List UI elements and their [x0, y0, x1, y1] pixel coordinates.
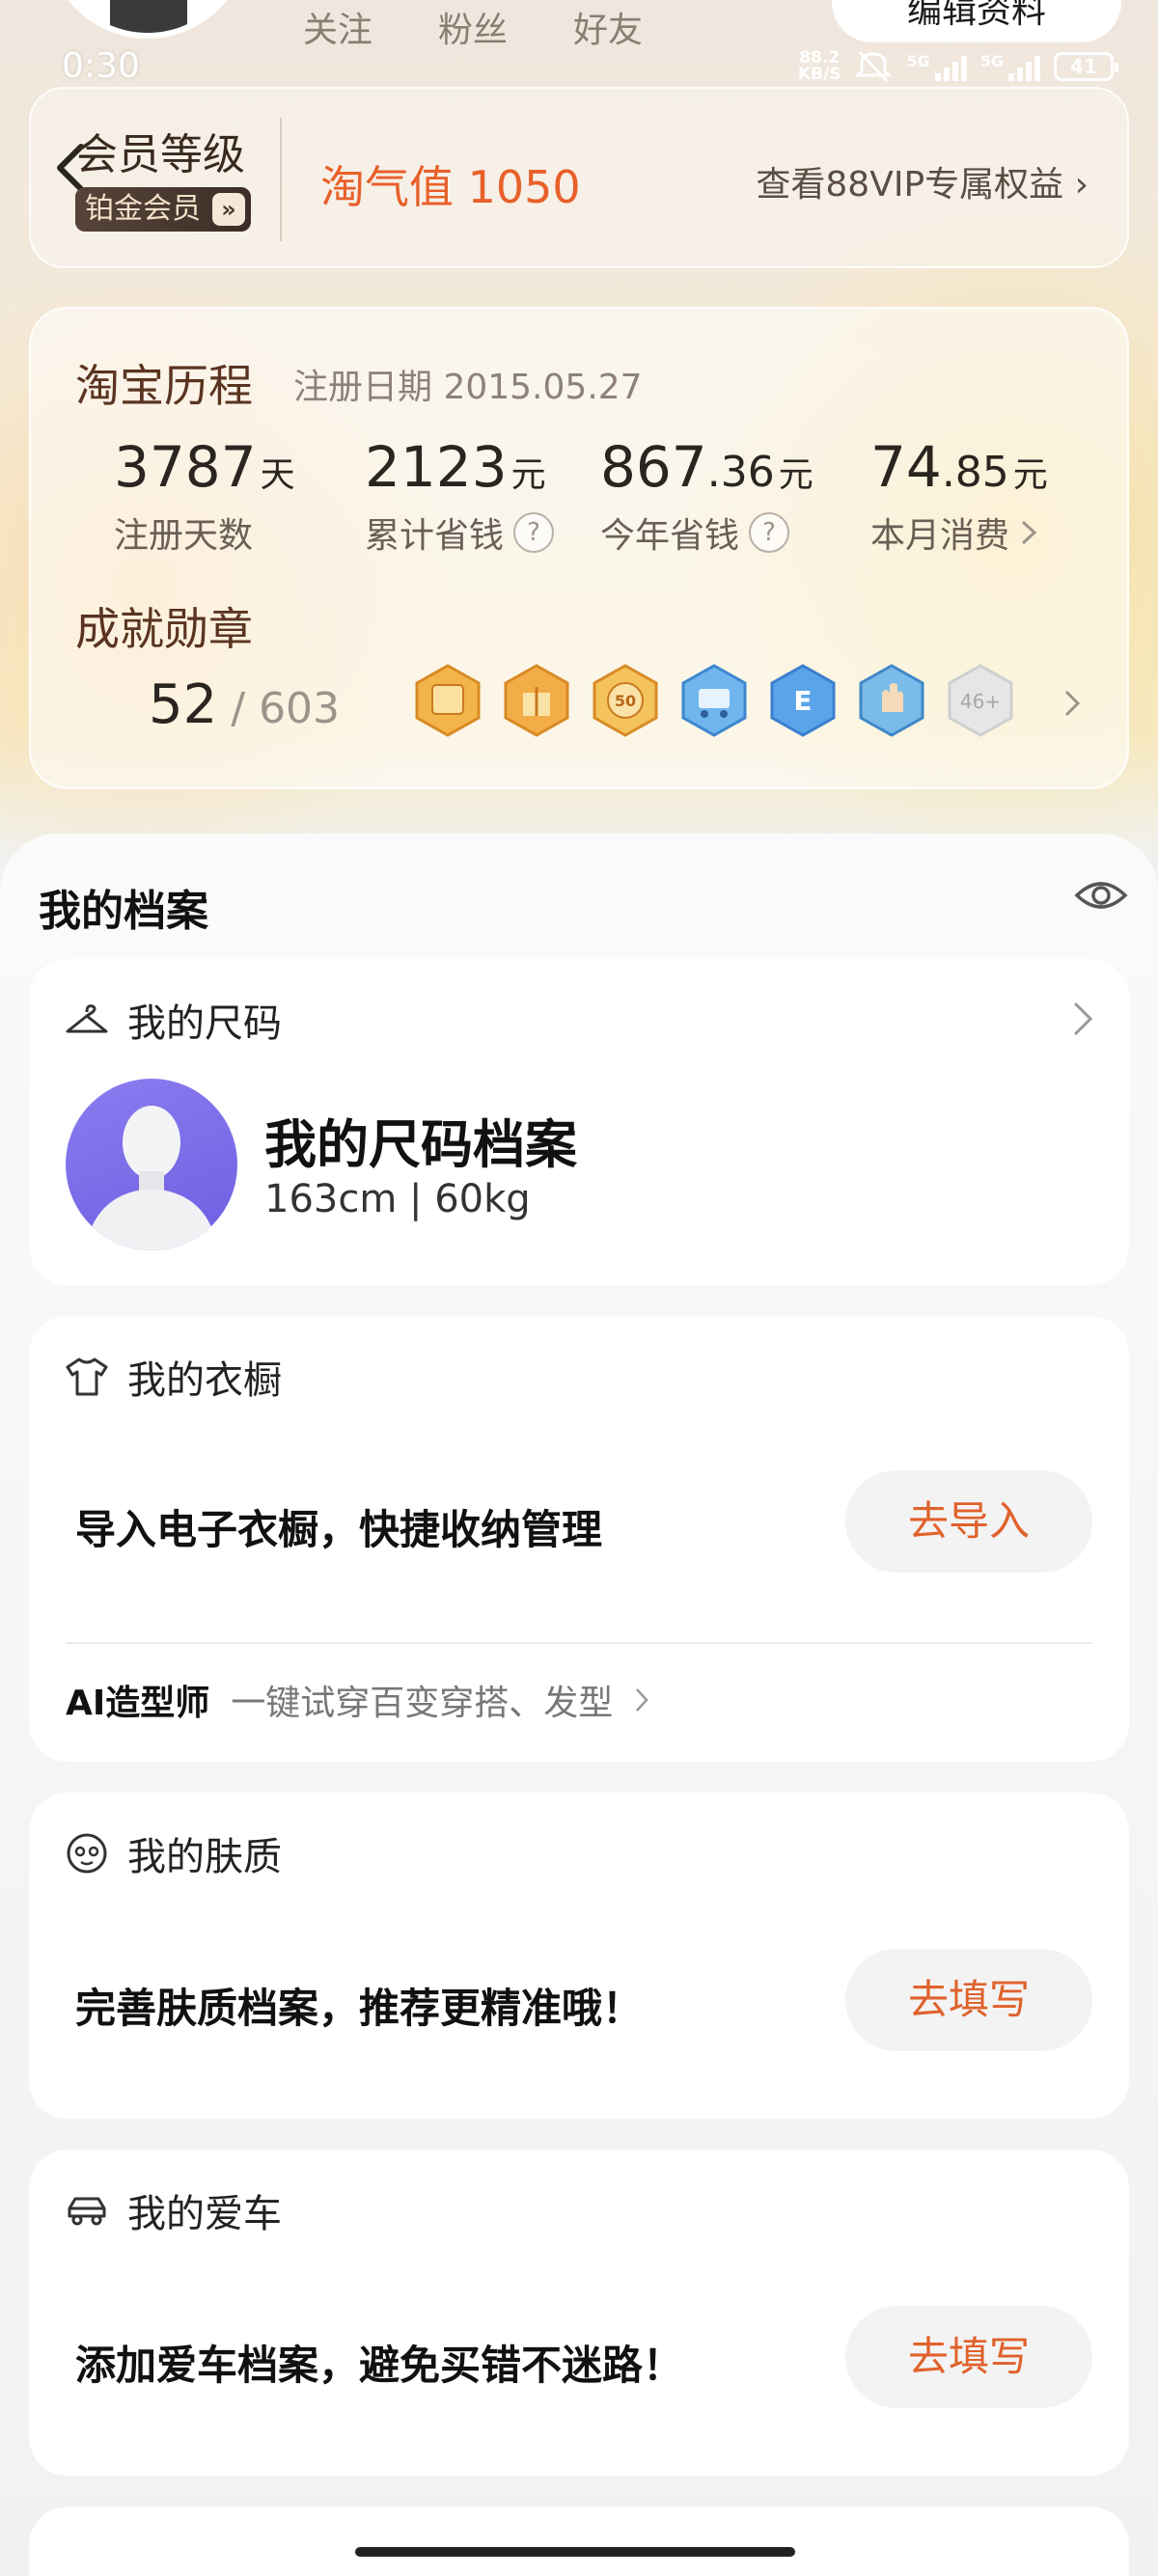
header-area: 关注 粉丝 好友 编辑资料 0:30 88.2 KB/S 5G 5G 41 会员…: [0, 0, 1158, 849]
size-card-header: 我的尺码: [64, 992, 282, 1048]
car-card: 我的爱车 添加爱车档案，避免买错不迷路！ 去填写: [29, 2150, 1129, 2476]
size-card[interactable]: 我的尺码 我的尺码档案 163cm | 60kg: [29, 959, 1129, 1285]
achievements-count: 52 / 603: [149, 673, 341, 736]
battery-icon: 41: [1054, 52, 1118, 81]
svg-text:50: 50: [615, 692, 636, 710]
wardrobe-card: 我的衣橱 导入电子衣橱，快捷收纳管理 去导入 AI造型师 一键试穿百变穿搭、发型: [29, 1316, 1129, 1762]
car-icon: [68, 2197, 106, 2226]
size-archive-measurements: 163cm | 60kg: [264, 1177, 531, 1221]
eye-icon[interactable]: [1073, 874, 1129, 917]
status-time: 0:30: [62, 46, 140, 86]
member-level-card[interactable]: 会员等级 铂金会员 » 淘气值 1050 查看88VIP专属权益 ›: [29, 87, 1129, 268]
svg-text:E: E: [793, 685, 812, 717]
more-badges-icon: 46+: [948, 664, 1013, 737]
chevron-right-icon[interactable]: [1071, 1000, 1094, 1038]
network-speed: 88.2 KB/S: [797, 48, 841, 84]
divider: [280, 118, 282, 241]
blue-hand-badge-icon: [859, 664, 924, 737]
history-title: 淘宝历程: [75, 360, 253, 412]
signal-icon: 5G: [980, 52, 1040, 81]
registration-date: 注册日期 2015.05.27: [293, 368, 643, 407]
ai-stylist-row[interactable]: AI造型师 一键试穿百变穿搭、发型: [66, 1675, 649, 1725]
chevron-right-icon: [1022, 520, 1037, 545]
chevron-right-icon[interactable]: [1062, 687, 1083, 720]
skin-prompt: 完善肤质档案，推荐更精准哦！: [75, 1985, 644, 2032]
double-chevron-icon: »: [212, 193, 245, 226]
status-icons: 88.2 KB/S 5G 5G 41: [797, 48, 1118, 84]
car-prompt: 添加爱车档案，避免买错不迷路！: [75, 2342, 684, 2389]
shirt-icon: [66, 1357, 108, 1396]
friends-link[interactable]: 好友: [573, 2, 643, 52]
gold-50-badge-icon: 50: [593, 664, 658, 737]
chevron-right-icon: [636, 1688, 648, 1712]
blue-cart-badge-icon: [681, 664, 747, 737]
size-avatar-icon: [66, 1079, 237, 1250]
skin-card: 我的肤质 完善肤质档案，推荐更精准哦！ 去填写: [29, 1793, 1129, 2119]
import-wardrobe-button[interactable]: 去导入: [845, 1470, 1092, 1573]
car-card-header: 我的爱车: [64, 2182, 282, 2238]
skin-card-header: 我的肤质: [64, 1825, 282, 1881]
mute-icon: [854, 50, 894, 83]
help-icon[interactable]: ?: [513, 512, 555, 553]
blue-e-badge-icon: E: [770, 664, 836, 737]
member-level-title: 会员等级: [75, 130, 245, 179]
taobao-history-card: 淘宝历程 注册日期 2015.05.27 3787 天 注册天数 2123 元 累计…: [29, 307, 1129, 789]
fill-car-button[interactable]: 去填写: [845, 2306, 1092, 2408]
follow-link[interactable]: 关注: [303, 2, 372, 52]
vip-benefits-link[interactable]: 查看88VIP专属权益 ›: [756, 156, 1089, 206]
signal-icon: 5G: [906, 52, 967, 81]
fill-skin-button[interactable]: 去填写: [845, 1949, 1092, 2051]
wardrobe-prompt: 导入电子衣橱，快捷收纳管理: [75, 1506, 603, 1553]
archive-title: 我的档案: [39, 887, 208, 936]
achievement-badges[interactable]: 50 E 46+: [413, 664, 1015, 737]
user-avatar[interactable]: [46, 0, 249, 39]
wardrobe-card-header: 我的衣橱: [64, 1349, 282, 1405]
divider: [66, 1642, 1092, 1644]
svg-text:46+: 46+: [960, 690, 1001, 713]
gold-gift-badge-icon: [504, 664, 569, 737]
next-card-peek: [29, 2507, 1129, 2576]
profile-stats: 关注 粉丝 好友: [303, 2, 643, 52]
face-icon: [67, 1833, 107, 1874]
ai-stylist-label: AI造型师: [66, 1684, 210, 1723]
ai-stylist-description: 一键试穿百变穿搭、发型: [231, 1684, 614, 1723]
hanger-icon: [66, 1004, 108, 1033]
stat-month-spend[interactable]: 74.85 元 本月消费: [870, 434, 1048, 558]
stat-year-saved: 867.36 元 今年省钱?: [600, 434, 813, 556]
platinum-member-badge[interactable]: 铂金会员 »: [75, 187, 251, 232]
taoqi-value[interactable]: 淘气值 1050: [320, 152, 581, 216]
fans-link[interactable]: 粉丝: [438, 2, 508, 52]
stat-register-days: 3787 天 注册天数: [114, 434, 295, 556]
gold-medal-badge-icon: [415, 664, 481, 737]
stat-total-saved: 2123 元 累计省钱?: [365, 434, 555, 558]
archive-sheet: 我的档案 我的尺码 我的尺码档案 163cm | 60kg 我的衣橱 导入电子衣…: [0, 834, 1158, 2576]
achievements-title: 成就勋章: [75, 603, 253, 655]
home-indicator[interactable]: [355, 2547, 795, 2557]
edit-profile-button[interactable]: 编辑资料: [832, 0, 1121, 42]
help-icon[interactable]: ?: [749, 512, 790, 553]
size-archive-title: 我的尺码档案: [264, 1114, 577, 1175]
